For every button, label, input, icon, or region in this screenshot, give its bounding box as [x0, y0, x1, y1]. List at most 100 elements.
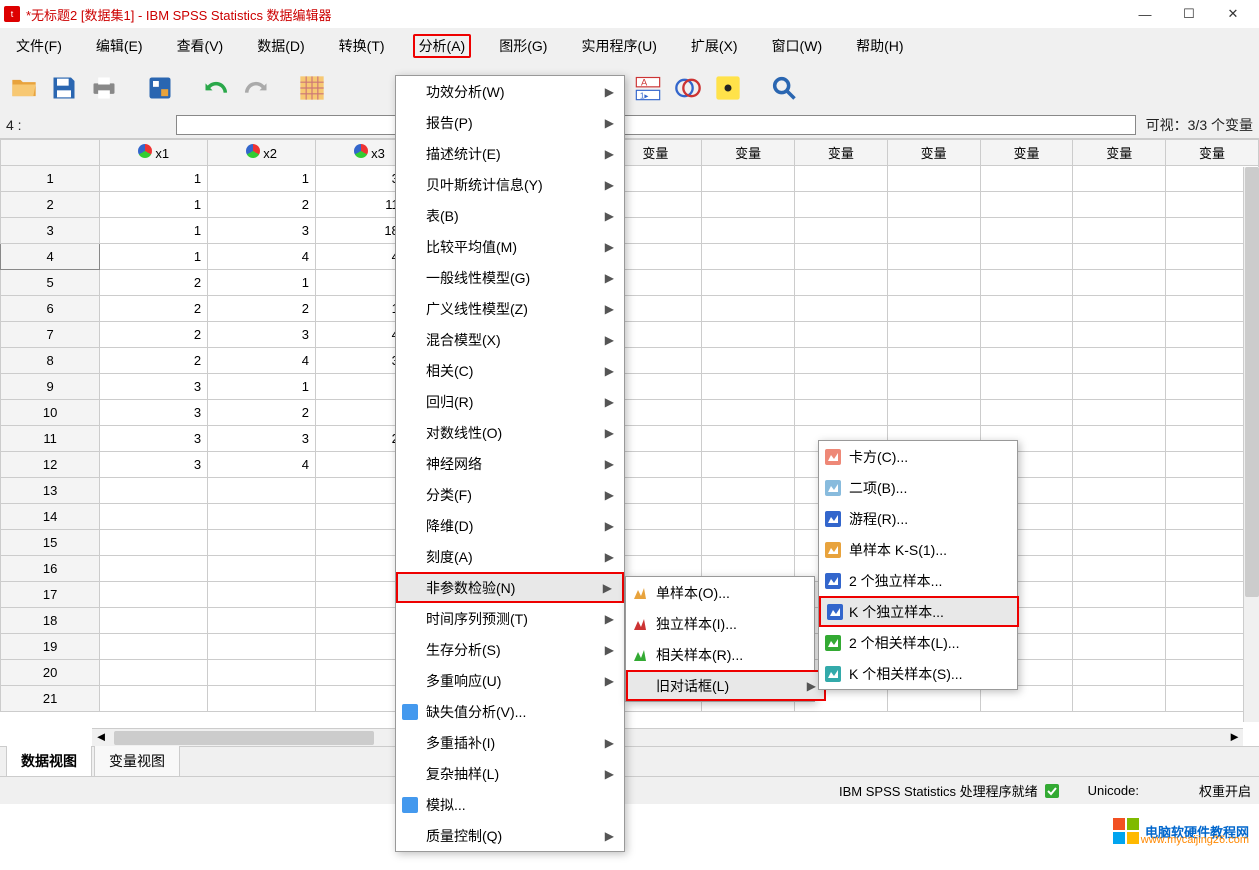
maximize-button[interactable]: ☐	[1167, 0, 1211, 28]
cell[interactable]	[887, 374, 980, 400]
cell[interactable]	[980, 348, 1073, 374]
menu-file[interactable]: 文件(F)	[10, 34, 68, 58]
table-row[interactable]: 8 2 4 35.0	[1, 348, 1259, 374]
row-header[interactable]: 2	[1, 192, 100, 218]
cell[interactable]	[1073, 478, 1166, 504]
row-header[interactable]: 9	[1, 374, 100, 400]
recall-dialog-button[interactable]	[142, 70, 178, 106]
menu-item[interactable]: 单样本 K-S(1)...	[819, 534, 1019, 565]
menu-item[interactable]: 对数线性(O)▶	[396, 417, 624, 448]
row-header[interactable]: 15	[1, 530, 100, 556]
menu-item[interactable]: 刻度(A)▶	[396, 541, 624, 572]
cell[interactable]	[100, 660, 208, 686]
col-var[interactable]: 变量	[1166, 140, 1259, 166]
cell[interactable]	[795, 192, 888, 218]
menu-item[interactable]: K 个独立样本...	[819, 596, 1019, 627]
menu-item[interactable]: 混合模型(X)▶	[396, 324, 624, 355]
cell[interactable]	[1073, 504, 1166, 530]
save-button[interactable]	[46, 70, 82, 106]
menu-item[interactable]: 质量控制(Q)▶	[396, 820, 624, 851]
weight-button[interactable]	[710, 70, 746, 106]
col-var[interactable]: 变量	[702, 140, 795, 166]
row-header[interactable]: 4	[1, 244, 100, 270]
cell[interactable]	[208, 478, 316, 504]
menu-utilities[interactable]: 实用程序(U)	[575, 34, 662, 58]
table-row[interactable]: 9 3 1 1.0	[1, 374, 1259, 400]
menu-item[interactable]: 卡方(C)...	[819, 441, 1019, 472]
table-row[interactable]: 10 3 2 9.0	[1, 400, 1259, 426]
cell[interactable]	[887, 218, 980, 244]
cell[interactable]: 1	[100, 244, 208, 270]
cell[interactable]	[100, 634, 208, 660]
cell[interactable]	[980, 192, 1073, 218]
redo-button[interactable]	[238, 70, 274, 106]
menu-item[interactable]: 表(B)▶	[396, 200, 624, 231]
cell[interactable]	[795, 400, 888, 426]
open-button[interactable]	[6, 70, 42, 106]
scrollbar-thumb[interactable]	[1245, 167, 1259, 597]
cell[interactable]	[795, 244, 888, 270]
row-header[interactable]: 17	[1, 582, 100, 608]
cell[interactable]: 2	[208, 400, 316, 426]
cell[interactable]	[100, 582, 208, 608]
goto-case-button[interactable]	[294, 70, 330, 106]
cell[interactable]	[887, 348, 980, 374]
menu-item[interactable]: 一般线性模型(G)▶	[396, 262, 624, 293]
cell[interactable]	[100, 556, 208, 582]
row-header[interactable]: 1	[1, 166, 100, 192]
cell[interactable]	[702, 348, 795, 374]
menu-transform[interactable]: 转换(T)	[333, 34, 391, 58]
cell[interactable]: 1	[208, 166, 316, 192]
cell[interactable]	[702, 192, 795, 218]
cell[interactable]	[980, 244, 1073, 270]
col-x2[interactable]: x2	[208, 140, 316, 166]
cell[interactable]: 1	[100, 192, 208, 218]
menu-item[interactable]: 单样本(O)...	[626, 577, 826, 608]
cell[interactable]: 3	[100, 400, 208, 426]
menu-item[interactable]: 二项(B)...	[819, 472, 1019, 503]
cell[interactable]	[1073, 374, 1166, 400]
close-button[interactable]: ✕	[1211, 0, 1255, 28]
row-header[interactable]: 13	[1, 478, 100, 504]
menu-item[interactable]: 比较平均值(M)▶	[396, 231, 624, 262]
cell[interactable]	[795, 348, 888, 374]
cell[interactable]	[100, 530, 208, 556]
cell[interactable]	[208, 582, 316, 608]
menu-analyze[interactable]: 分析(A)	[413, 34, 472, 58]
cell[interactable]	[1073, 582, 1166, 608]
menu-item[interactable]: 分类(F)▶	[396, 479, 624, 510]
row-header[interactable]: 20	[1, 660, 100, 686]
value-labels-button[interactable]: A1▸	[630, 70, 666, 106]
cell[interactable]	[208, 634, 316, 660]
cell[interactable]	[702, 426, 795, 452]
cell[interactable]	[208, 530, 316, 556]
cell-value-input[interactable]	[176, 115, 1136, 135]
minimize-button[interactable]: —	[1123, 0, 1167, 28]
menu-item[interactable]: 游程(R)...	[819, 503, 1019, 534]
cell[interactable]	[1073, 218, 1166, 244]
menu-item[interactable]: 贝叶斯统计信息(Y)▶	[396, 169, 624, 200]
cell[interactable]	[702, 218, 795, 244]
menu-item[interactable]: 时间序列预测(T)▶	[396, 603, 624, 634]
cell[interactable]: 1	[208, 270, 316, 296]
row-header[interactable]: 14	[1, 504, 100, 530]
cell[interactable]: 1	[100, 218, 208, 244]
menu-item[interactable]: 复杂抽样(L)▶	[396, 758, 624, 789]
menu-item[interactable]: 功效分析(W)▶	[396, 76, 624, 107]
row-header[interactable]: 21	[1, 686, 100, 712]
menu-edit[interactable]: 编辑(E)	[90, 34, 149, 58]
menu-item[interactable]: 生存分析(S)▶	[396, 634, 624, 665]
cell[interactable]	[702, 400, 795, 426]
horizontal-scrollbar[interactable]: ◄ ►	[92, 728, 1243, 746]
cell[interactable]	[702, 452, 795, 478]
cell[interactable]	[100, 686, 208, 712]
tab-variable-view[interactable]: 变量视图	[94, 745, 180, 776]
table-row[interactable]: 13	[1, 478, 1259, 504]
table-row[interactable]: 6 2 2 18.0	[1, 296, 1259, 322]
menu-item[interactable]: 2 个独立样本...	[819, 565, 1019, 596]
menu-item[interactable]: 神经网络▶	[396, 448, 624, 479]
menu-item[interactable]: 报告(P)▶	[396, 107, 624, 138]
cell[interactable]	[208, 660, 316, 686]
table-row[interactable]: 1 1 1 36.0	[1, 166, 1259, 192]
cell[interactable]: 2	[100, 270, 208, 296]
